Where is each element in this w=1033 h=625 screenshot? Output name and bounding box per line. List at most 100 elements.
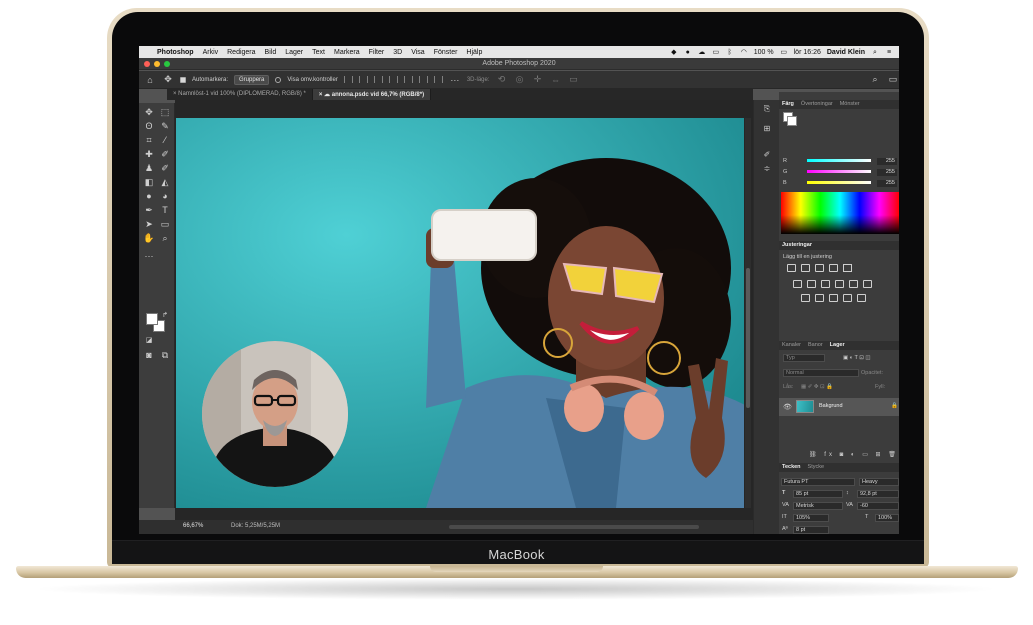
color-balance-adjust-icon[interactable] xyxy=(807,280,816,288)
align-bottom-icon[interactable] xyxy=(418,76,428,83)
invert-adjust-icon[interactable] xyxy=(801,294,810,302)
layer-filter-input[interactable]: Typ xyxy=(783,354,825,362)
kerning-dropdown[interactable]: Metrisk xyxy=(793,502,843,510)
hue-adjust-icon[interactable] xyxy=(793,280,802,288)
quick-mask-icon[interactable]: ◙ xyxy=(142,349,156,361)
3d-orbit-icon[interactable]: ⟲ xyxy=(496,74,508,85)
history-panel-icon[interactable]: ⎘ xyxy=(761,104,773,114)
align-top-icon[interactable] xyxy=(388,76,398,83)
blend-mode-dropdown[interactable]: Normal xyxy=(783,369,859,377)
menu-bild[interactable]: Bild xyxy=(265,49,277,56)
menubar-user[interactable]: David Klein xyxy=(827,49,865,56)
creative-cloud-icon[interactable]: ● xyxy=(684,49,692,56)
baseline-shift-input[interactable]: 8 pt xyxy=(793,526,829,534)
brightness-adjust-icon[interactable] xyxy=(787,264,796,272)
color-lookup-adjust-icon[interactable] xyxy=(863,280,872,288)
3d-slide-icon[interactable]: ⇔ xyxy=(550,75,562,85)
align-left-icon[interactable] xyxy=(343,76,353,83)
menubar-clock[interactable]: lör 16:26 xyxy=(794,49,821,56)
foreground-color-swatch[interactable] xyxy=(146,313,158,325)
slider-value[interactable]: 255 xyxy=(877,158,897,165)
tracking-input[interactable]: -60 xyxy=(857,502,899,510)
paint-bucket-tool-icon[interactable]: ◭ xyxy=(158,176,172,188)
color-spectrum[interactable] xyxy=(781,192,899,234)
vertical-scale-input[interactable]: 105% xyxy=(793,514,829,522)
distribute-icon[interactable] xyxy=(433,76,443,83)
horizontal-scale-input[interactable]: 100% xyxy=(875,514,899,522)
canvas-vertical-scrollbar[interactable] xyxy=(745,118,751,508)
tab-untitled[interactable]: × Namnlöst-1 vid 100% (DIPLOMERAD, RGB/8… xyxy=(167,89,313,100)
slider-value[interactable]: 255 xyxy=(877,169,897,176)
tab-lager[interactable]: Lager xyxy=(827,341,849,350)
auto-select-dropdown[interactable]: Gruppera xyxy=(234,74,270,85)
paragraph-settings-icon[interactable]: ≑ xyxy=(761,164,773,174)
cloud-icon[interactable]: ☁ xyxy=(698,49,706,56)
tab-banor[interactable]: Banor xyxy=(805,341,827,350)
threshold-adjust-icon[interactable] xyxy=(829,294,838,302)
move-tool-icon[interactable]: ✥ xyxy=(142,106,156,118)
posterize-adjust-icon[interactable] xyxy=(815,294,824,302)
screen-mode-icon[interactable]: ⧉ xyxy=(158,349,172,361)
lasso-tool-icon[interactable]: ʘ xyxy=(142,120,156,132)
history-brush-tool-icon[interactable]: ✐ xyxy=(158,162,172,174)
menu-3d[interactable]: 3D xyxy=(393,49,402,56)
slider-track[interactable] xyxy=(807,159,871,162)
airplay-icon[interactable]: ▭ xyxy=(712,49,720,56)
tab-stycke[interactable]: Stycke xyxy=(805,463,829,472)
menu-photoshop[interactable]: Photoshop xyxy=(157,49,194,56)
color-slider-b[interactable]: B 255 xyxy=(783,180,899,188)
path-select-tool-icon[interactable]: ➤ xyxy=(142,218,156,230)
move-tool-icon[interactable]: ✥ xyxy=(162,74,174,85)
tab-farg[interactable]: Färg xyxy=(779,100,798,109)
exposure-adjust-icon[interactable] xyxy=(829,264,838,272)
search-icon[interactable]: ⌕ xyxy=(869,74,881,85)
more-options-icon[interactable]: ··· xyxy=(449,75,461,85)
edit-toolbar-icon[interactable]: ··· xyxy=(142,250,156,262)
tab-overtoningar[interactable]: Övertoningar xyxy=(798,100,837,109)
curves-adjust-icon[interactable] xyxy=(815,264,824,272)
levels-adjust-icon[interactable] xyxy=(801,264,810,272)
dodge-tool-icon[interactable]: ◕ xyxy=(158,190,172,202)
crop-tool-icon[interactable]: ⌗ xyxy=(142,134,156,146)
color-slider-r[interactable]: R 255 xyxy=(783,158,899,166)
font-size-input[interactable]: 85 pt xyxy=(793,490,843,498)
layer-name[interactable]: Bakgrund xyxy=(819,403,843,409)
close-tab-icon[interactable]: × ☁ xyxy=(319,92,332,98)
tab-kanaler[interactable]: Kanaler xyxy=(779,341,805,350)
workspace-icon[interactable]: ▭ xyxy=(887,74,899,85)
healing-tool-icon[interactable]: ✚ xyxy=(142,148,156,160)
menu-arkiv[interactable]: Arkiv xyxy=(203,49,219,56)
color-bg-swatch[interactable] xyxy=(787,116,797,126)
tab-annona[interactable]: × ☁ annona.psdc vid 66,7% (RGB/8*) xyxy=(312,89,432,100)
slider-track[interactable] xyxy=(807,181,871,184)
lock-icons[interactable]: ▦ ✐ ✥ ⊡ 🔒 xyxy=(801,384,833,390)
zoom-tool-icon[interactable]: ⌕ xyxy=(158,232,172,244)
type-tool-icon[interactable]: T xyxy=(158,204,172,216)
channel-mixer-adjust-icon[interactable] xyxy=(849,280,858,288)
black-white-adjust-icon[interactable] xyxy=(821,280,830,288)
battery-icon[interactable]: ▭ xyxy=(780,49,788,56)
brush-tool-icon[interactable]: ✐ xyxy=(158,148,172,160)
swap-colors-icon[interactable]: ↱ xyxy=(158,310,172,322)
eraser-tool-icon[interactable]: ◧ xyxy=(142,176,156,188)
tab-monster[interactable]: Mönster xyxy=(837,100,864,109)
show-transform-checkbox[interactable] xyxy=(275,76,282,83)
notification-center-icon[interactable]: ≡ xyxy=(885,49,893,56)
layer-row-background[interactable]: 👁 Bakgrund 🔒 xyxy=(779,398,899,416)
marquee-tool-icon[interactable]: ⬚ xyxy=(158,106,172,118)
dropbox-icon[interactable]: ◆ xyxy=(670,49,678,56)
font-family-dropdown[interactable]: Futura PT xyxy=(781,478,855,486)
vibrance-adjust-icon[interactable] xyxy=(843,264,852,272)
font-style-dropdown[interactable]: Heavy xyxy=(859,478,899,486)
selective-color-adjust-icon[interactable] xyxy=(857,294,866,302)
gradient-map-adjust-icon[interactable] xyxy=(843,294,852,302)
shape-tool-icon[interactable]: ▭ xyxy=(158,218,172,230)
document-canvas-area[interactable] xyxy=(175,100,753,530)
document-size[interactable]: Dok: 5,25M/5,25M xyxy=(231,523,280,529)
menu-filter[interactable]: Filter xyxy=(369,49,385,56)
default-colors-icon[interactable]: ◪ xyxy=(142,335,156,347)
menu-redigera[interactable]: Redigera xyxy=(227,49,255,56)
align-right-icon[interactable] xyxy=(373,76,383,83)
visibility-eye-icon[interactable]: 👁 xyxy=(783,403,792,411)
auto-select-checkbox[interactable] xyxy=(180,76,186,83)
